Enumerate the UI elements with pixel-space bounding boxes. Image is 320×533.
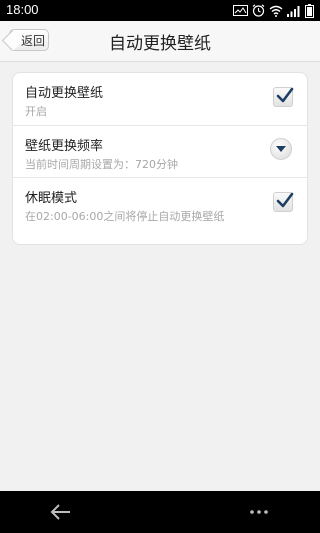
status-bar: 18:00 <box>0 0 320 21</box>
status-icons <box>233 2 314 19</box>
setting-title: 自动更换壁纸 <box>25 86 104 101</box>
auto-change-checkbox[interactable] <box>273 87 294 107</box>
setting-title: 休眠模式 <box>25 191 78 206</box>
title-bar: 返回 自动更换壁纸 <box>0 21 320 62</box>
chevron-down-icon <box>276 146 286 152</box>
back-arrow-icon[interactable] <box>50 502 72 522</box>
setting-change-frequency[interactable]: 壁纸更换频率 当前时间周期设置为：720分钟 <box>13 125 307 178</box>
image-icon <box>233 5 248 16</box>
setting-auto-change[interactable]: 自动更换壁纸 开启 <box>13 73 307 125</box>
page-title: 自动更换壁纸 <box>109 34 211 54</box>
status-time: 18:00 <box>6 2 39 17</box>
setting-sleep-mode[interactable]: 休眠模式 在02:00-06:00之间将停止自动更换壁纸 <box>13 177 307 230</box>
more-icon[interactable] <box>248 502 270 522</box>
signal-icon <box>287 5 300 17</box>
wifi-icon <box>269 5 283 17</box>
sleep-mode-checkbox[interactable] <box>273 192 294 212</box>
frequency-dropdown[interactable] <box>270 138 292 160</box>
checkmark-icon <box>276 192 294 208</box>
alarm-icon <box>252 4 265 17</box>
battery-icon <box>305 3 314 18</box>
settings-card: 自动更换壁纸 开启 壁纸更换频率 当前时间周期设置为：720分钟 休眠模式 在0… <box>12 72 308 245</box>
setting-subtitle: 当前时间周期设置为：720分钟 <box>25 158 178 171</box>
setting-title: 壁纸更换频率 <box>25 139 104 154</box>
setting-subtitle: 开启 <box>25 105 47 118</box>
navigation-bar <box>0 491 320 533</box>
checkmark-icon <box>276 87 294 103</box>
setting-subtitle: 在02:00-06:00之间将停止自动更换壁纸 <box>25 210 225 223</box>
